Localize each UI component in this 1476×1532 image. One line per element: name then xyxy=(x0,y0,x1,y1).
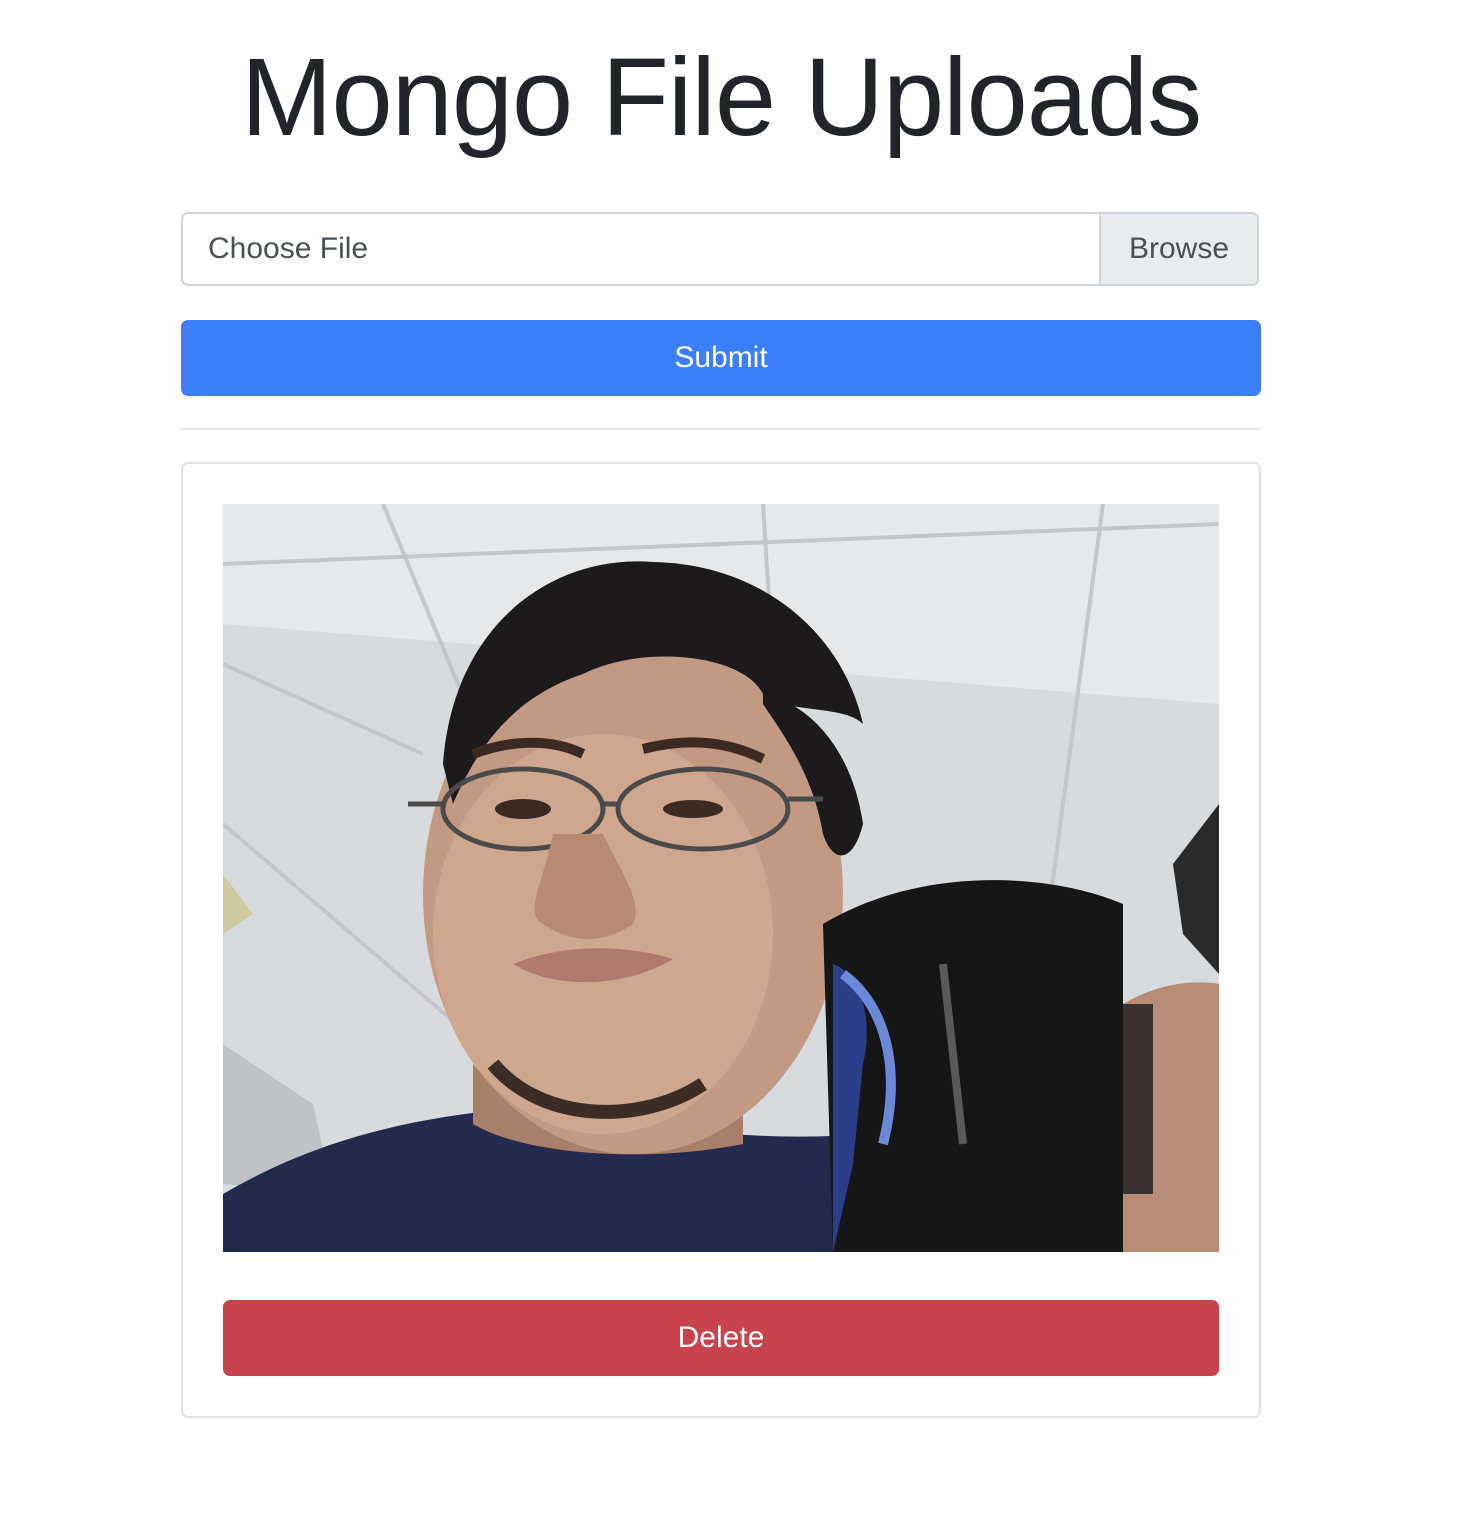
browse-button[interactable]: Browse xyxy=(1099,214,1257,284)
page: Mongo File Uploads Choose File Browse Su… xyxy=(0,0,1476,1532)
file-card: Delete xyxy=(181,462,1261,1418)
page-title: Mongo File Uploads xyxy=(240,36,1202,159)
file-input[interactable]: Choose File Browse xyxy=(181,212,1259,286)
divider xyxy=(181,428,1261,430)
submit-button[interactable]: Submit xyxy=(181,320,1261,396)
file-input-label[interactable]: Choose File xyxy=(183,214,1099,284)
delete-button[interactable]: Delete xyxy=(223,1300,1219,1376)
uploaded-image xyxy=(223,504,1219,1252)
